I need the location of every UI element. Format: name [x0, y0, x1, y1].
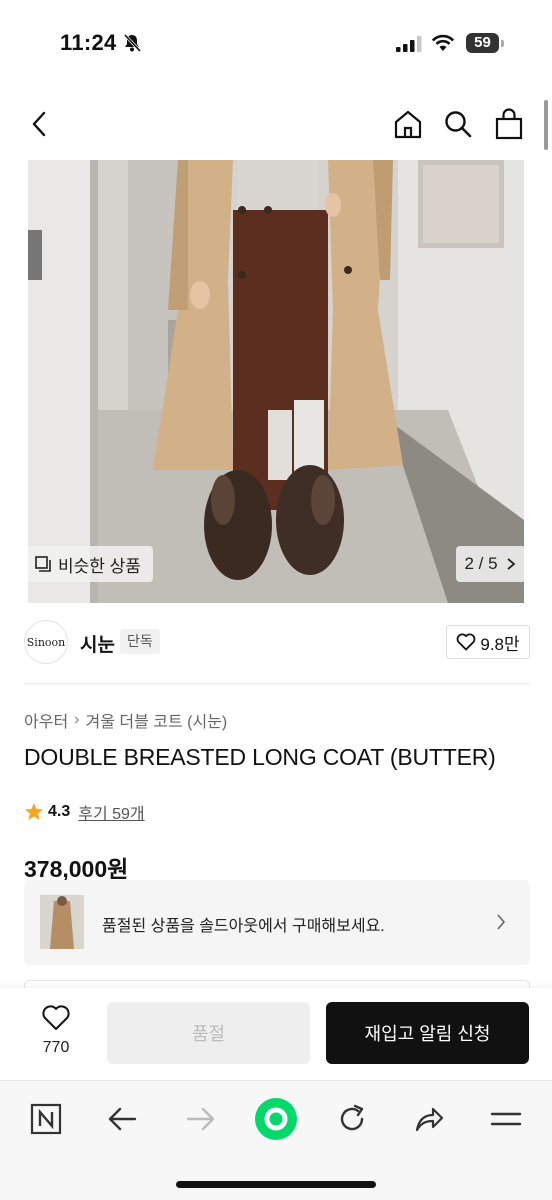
forward-arrow-icon — [186, 1107, 215, 1131]
naver-home-button[interactable] — [24, 1097, 68, 1141]
refresh-button[interactable] — [330, 1097, 374, 1141]
breadcrumb-category[interactable]: 아우터 — [24, 708, 68, 732]
back-icon — [32, 111, 46, 137]
breadcrumb: 아우터 › 겨울 더블 코트 (시눈) — [24, 708, 227, 732]
battery-icon: 59 — [466, 33, 504, 53]
bell-off-icon — [123, 33, 142, 53]
share-icon — [415, 1107, 444, 1132]
product-image[interactable]: 비슷한 상품 2 / 5 — [28, 160, 524, 603]
browser-back-button[interactable] — [101, 1097, 145, 1141]
rating-row: 4.3 후기 59개 — [24, 800, 145, 824]
menu-button[interactable] — [484, 1097, 528, 1141]
wifi-icon — [431, 34, 455, 51]
share-button[interactable] — [407, 1097, 451, 1141]
naver-icon — [30, 1103, 62, 1135]
brand-like-count: 9.8만 — [480, 634, 520, 654]
breadcrumb-separator-icon: › — [74, 711, 80, 728]
pager-text: 2 / 5 — [464, 554, 498, 573]
breadcrumb-subcategory[interactable]: 겨울 더블 코트 (시눈) — [86, 708, 228, 732]
divider — [24, 683, 530, 684]
back-button[interactable] — [22, 106, 58, 142]
similar-icon — [35, 556, 51, 572]
search-button[interactable] — [440, 106, 476, 142]
browser-forward-button[interactable] — [178, 1097, 222, 1141]
wish-button[interactable]: 770 — [30, 1004, 82, 1057]
product-title: DOUBLE BREASTED LONG COAT (BUTTER) — [24, 744, 496, 770]
soldout-thumbnail — [40, 895, 84, 949]
heart-icon — [42, 1005, 70, 1030]
home-button[interactable] — [390, 106, 426, 142]
reviews-link[interactable]: 후기 59개 — [78, 800, 144, 824]
purchase-action-bar: 770 품절 재입고 알림 신청 — [0, 988, 552, 1080]
brand-like-button[interactable]: 9.8만 — [446, 625, 530, 659]
soldout-banner[interactable]: 품절된 상품을 솔드아웃에서 구매해보세요. — [24, 880, 530, 965]
back-arrow-icon — [108, 1107, 137, 1131]
green-dot-icon — [255, 1098, 297, 1140]
brand-logo[interactable]: Sinoon — [24, 620, 68, 664]
green-dot-button[interactable] — [253, 1096, 299, 1142]
scrollbar[interactable] — [544, 100, 548, 150]
bag-button[interactable] — [491, 106, 527, 142]
rating-score: 4.3 — [48, 803, 71, 820]
brand-logo-text: Sinoon — [26, 635, 66, 649]
home-icon — [394, 110, 422, 139]
restock-alert-button[interactable]: 재입고 알림 신청 — [326, 1002, 529, 1064]
star-icon — [25, 803, 43, 820]
brand-name[interactable]: 시눈 — [80, 630, 115, 657]
status-bar: 11:24 59 — [0, 0, 552, 88]
heart-icon — [456, 633, 476, 651]
image-pager[interactable]: 2 / 5 — [456, 546, 524, 582]
battery-level: 59 — [466, 33, 499, 53]
product-price: 378,000원 — [24, 856, 129, 882]
product-photo — [28, 160, 524, 603]
chevron-right-icon — [506, 558, 515, 570]
wish-count: 770 — [42, 1039, 70, 1056]
search-icon — [445, 111, 472, 138]
status-time: 11:24 — [60, 30, 117, 55]
bag-icon — [495, 108, 523, 140]
chevron-right-icon — [497, 914, 506, 930]
exclusive-badge: 단독 — [120, 629, 160, 654]
soldout-banner-text: 품절된 상품을 솔드아웃에서 구매해보세요. — [102, 918, 385, 935]
top-nav — [0, 88, 552, 160]
signal-icon — [396, 36, 422, 52]
home-indicator — [176, 1181, 376, 1188]
similar-products-label: 비슷한 상품 — [58, 556, 141, 576]
similar-products-button[interactable]: 비슷한 상품 — [28, 546, 153, 582]
refresh-icon — [340, 1104, 364, 1131]
soldout-button[interactable]: 품절 — [107, 1002, 310, 1064]
menu-icon — [490, 1112, 522, 1126]
brand-row: Sinoon 시눈 단독 9.8만 — [24, 620, 530, 666]
